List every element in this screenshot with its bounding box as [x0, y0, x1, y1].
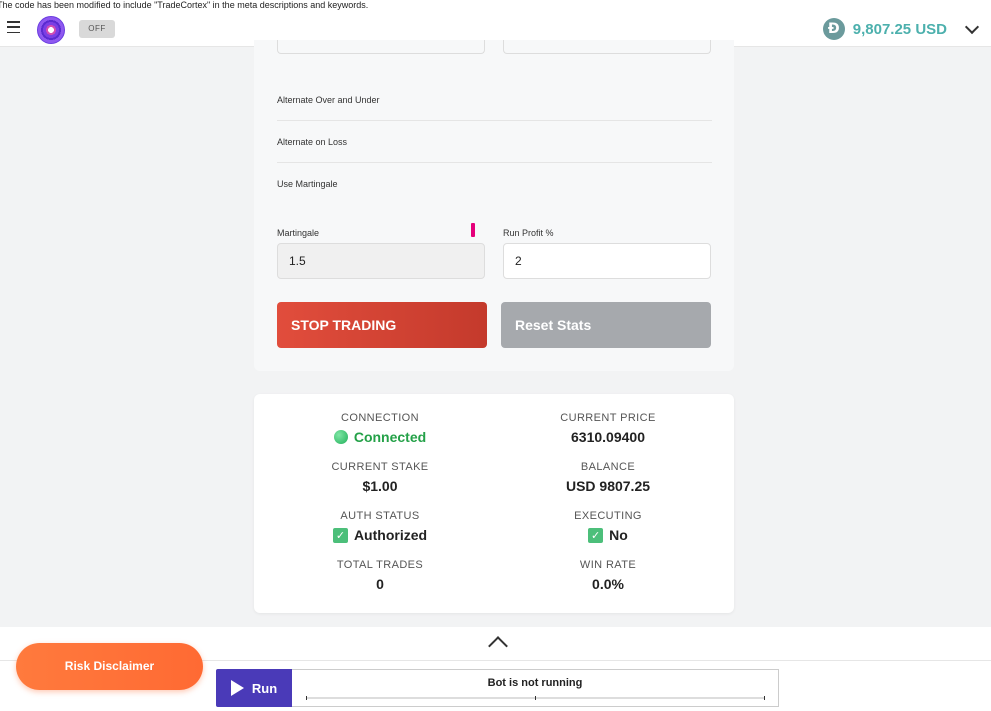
run-button[interactable]: Run	[216, 669, 292, 707]
executing-stat: EXECUTING ✓ No	[508, 510, 708, 543]
bot-status-text: Bot is not running	[487, 677, 583, 689]
connection-label: CONNECTION	[341, 412, 419, 424]
balance-value: USD 9807.25	[565, 478, 651, 494]
connection-stat: CONNECTION Connected	[280, 412, 480, 445]
progress-tick	[764, 696, 765, 700]
run-profit-label: Run Profit %	[503, 228, 554, 238]
progress-tick	[535, 696, 536, 700]
balance-stat: BALANCE USD 9807.25	[508, 461, 708, 494]
stats-card: CONNECTION Connected CURRENT PRICE 6310.…	[254, 394, 734, 613]
auth-status-value: Authorized	[353, 527, 428, 543]
run-profit-input[interactable]: 2	[503, 243, 711, 279]
menu-icon[interactable]	[7, 21, 20, 33]
bot-status-panel: Bot is not running	[292, 669, 779, 707]
app-logo[interactable]	[37, 16, 65, 44]
auth-status-stat: AUTH STATUS ✓ Authorized	[280, 510, 480, 543]
toggle-use-martingale[interactable]: Use Martingale	[277, 179, 712, 189]
pink-marker	[471, 223, 475, 237]
current-price-stat: CURRENT PRICE 6310.09400	[508, 412, 708, 445]
martingale-label: Martingale	[277, 228, 320, 238]
off-toggle[interactable]: OFF	[79, 20, 115, 38]
play-icon	[230, 680, 244, 696]
progress-tick	[306, 696, 307, 700]
total-trades-stat: TOTAL TRADES 0	[280, 559, 480, 592]
martingale-input[interactable]: 1.5	[277, 243, 485, 279]
chevron-down-icon[interactable]	[964, 19, 980, 34]
executing-value: No	[609, 527, 628, 543]
executing-label: EXECUTING	[574, 510, 642, 522]
reset-stats-button[interactable]: Reset Stats	[501, 302, 711, 348]
coin-icon: Đ	[822, 18, 845, 40]
stop-trading-button[interactable]: STOP TRADING	[277, 302, 487, 348]
connection-value: Connected	[353, 429, 427, 445]
executing-row: ✓ No	[508, 527, 708, 543]
run-button-label: Run	[251, 680, 278, 696]
check-icon: ✓	[588, 527, 604, 543]
notice-banner: The code has been modified to include "T…	[0, 0, 991, 12]
win-rate-value: 0.0%	[592, 576, 624, 592]
current-stake-label: CURRENT STAKE	[331, 461, 429, 473]
balance-label: BALANCE	[580, 461, 636, 473]
risk-disclaimer-button[interactable]: Risk Disclaimer	[16, 643, 203, 690]
win-rate-label: WIN RATE	[579, 559, 637, 571]
input-field-partial[interactable]	[277, 40, 485, 54]
toggle-alternate-on-loss[interactable]: Alternate on Loss	[277, 137, 712, 147]
win-rate-stat: WIN RATE 0.0%	[508, 559, 708, 592]
balance-amount: 9,807.25 USD	[852, 20, 947, 38]
chevron-up-icon[interactable]	[488, 636, 508, 656]
auth-status-row: ✓ Authorized	[280, 527, 480, 543]
current-stake-value: $1.00	[362, 478, 398, 494]
divider	[277, 120, 712, 121]
auth-status-label: AUTH STATUS	[340, 510, 420, 522]
divider	[277, 162, 712, 163]
connection-value-row: Connected	[280, 429, 480, 445]
current-stake-stat: CURRENT STAKE $1.00	[280, 461, 480, 494]
settings-panel: Alternate Over and Under Alternate on Lo…	[254, 40, 734, 371]
connection-dot-icon	[333, 430, 348, 444]
input-field-partial[interactable]	[503, 40, 711, 54]
toggle-alternate-over-under[interactable]: Alternate Over and Under	[277, 95, 712, 105]
current-price-label: CURRENT PRICE	[560, 412, 656, 424]
total-trades-value: 0	[376, 576, 384, 592]
account-balance[interactable]: Đ 9,807.25 USD	[822, 18, 980, 40]
total-trades-label: TOTAL TRADES	[336, 559, 424, 571]
current-price-value: 6310.09400	[571, 429, 645, 445]
check-icon: ✓	[332, 527, 348, 543]
